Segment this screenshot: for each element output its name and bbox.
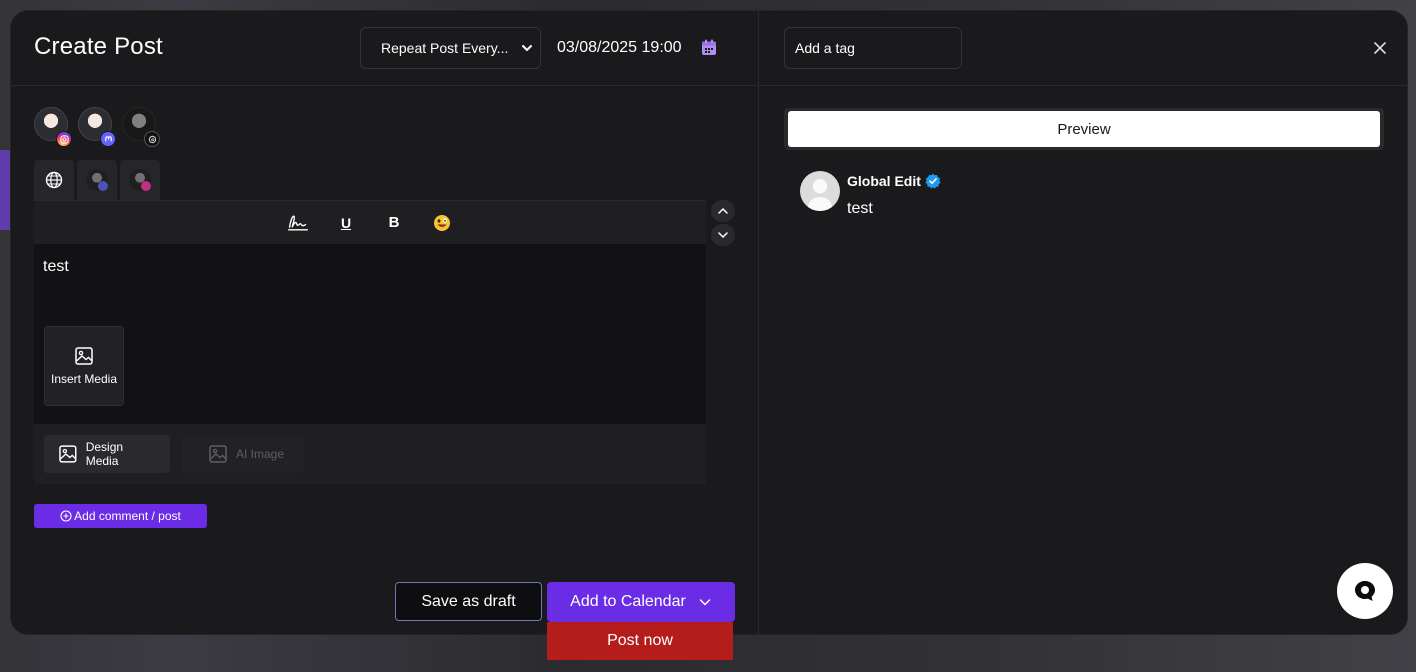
verified-badge-icon [925, 173, 941, 189]
move-up-button[interactable] [711, 200, 735, 222]
mastodon-icon [98, 181, 108, 191]
plus-circle-icon [60, 510, 72, 522]
account-avatar-instagram[interactable] [34, 107, 72, 147]
post-now-button[interactable]: Post now [547, 622, 733, 660]
preview-pane: Preview Global Edit test [760, 11, 1407, 634]
underline-button[interactable]: U [335, 212, 357, 234]
instagram-icon [141, 181, 151, 191]
globe-icon [45, 171, 63, 189]
bold-button[interactable]: B [383, 212, 405, 234]
repeat-post-select[interactable]: Repeat Post Every... [360, 27, 541, 69]
tag-input[interactable] [784, 27, 962, 69]
schedule-datetime[interactable]: 03/08/2025 19:00 [557, 39, 682, 57]
preview-author-name: Global Edit [847, 173, 921, 189]
account-selector [34, 107, 160, 147]
avatar [800, 171, 840, 211]
tab-mastodon[interactable] [77, 160, 117, 200]
post-editor[interactable]: test Insert Media [34, 244, 706, 424]
chevron-down-icon [699, 599, 711, 606]
save-draft-button[interactable]: Save as draft [395, 582, 542, 621]
create-post-modal: Create Post Repeat Post Every... 03/08/2… [10, 10, 1408, 635]
preview-button[interactable]: Preview [788, 111, 1380, 147]
editor-tabs [34, 160, 160, 200]
chevron-up-icon [718, 207, 728, 214]
header-divider [11, 85, 758, 86]
header-divider [760, 85, 1407, 86]
post-content[interactable]: test [43, 258, 69, 276]
instagram-icon [56, 131, 72, 147]
close-icon[interactable] [1373, 41, 1387, 55]
preview-content: test [847, 200, 873, 217]
preview-tab-bar: Preview [784, 108, 1384, 150]
chevron-down-icon [522, 45, 532, 51]
image-icon [75, 347, 93, 365]
threads-icon [144, 131, 160, 147]
add-to-calendar-button[interactable]: Add to Calendar [547, 582, 735, 622]
insert-media-button[interactable]: Insert Media [44, 326, 124, 406]
ai-image-label: AI Image [236, 447, 285, 461]
insert-media-label: Insert Media [50, 372, 118, 386]
ai-image-button[interactable]: AI Image [182, 435, 304, 473]
preview-author: Global Edit [847, 173, 941, 189]
image-icon [59, 445, 77, 463]
editor-toolbar: U B [34, 200, 706, 244]
account-avatar-mastodon[interactable] [78, 107, 116, 147]
image-icon [209, 445, 227, 463]
account-avatar-threads[interactable] [122, 107, 160, 147]
signature-icon [288, 215, 308, 230]
add-comment-button[interactable]: Add comment / post [34, 504, 207, 528]
repeat-post-value: Repeat Post Every... [381, 40, 509, 56]
editor-pane: Create Post Repeat Post Every... 03/08/2… [11, 11, 759, 634]
chat-support-button[interactable] [1337, 563, 1393, 619]
add-to-calendar-label: Add to Calendar [570, 593, 686, 610]
move-down-button[interactable] [711, 224, 735, 246]
add-comment-label: Add comment / post [74, 509, 181, 523]
page-title: Create Post [34, 33, 163, 60]
chevron-down-icon [718, 232, 728, 239]
emoji-icon [434, 214, 450, 231]
calendar-icon[interactable] [701, 39, 717, 56]
tab-instagram[interactable] [120, 160, 160, 200]
chat-icon [1355, 581, 1375, 601]
mastodon-icon [100, 131, 116, 147]
media-toolbar: Design Media AI Image [34, 424, 706, 484]
emoji-button[interactable] [431, 212, 453, 234]
signature-button[interactable] [287, 212, 309, 234]
design-media-label: Design Media [85, 440, 124, 468]
tab-global[interactable] [34, 160, 74, 200]
reorder-controls [711, 200, 735, 246]
design-media-button[interactable]: Design Media [44, 435, 170, 473]
